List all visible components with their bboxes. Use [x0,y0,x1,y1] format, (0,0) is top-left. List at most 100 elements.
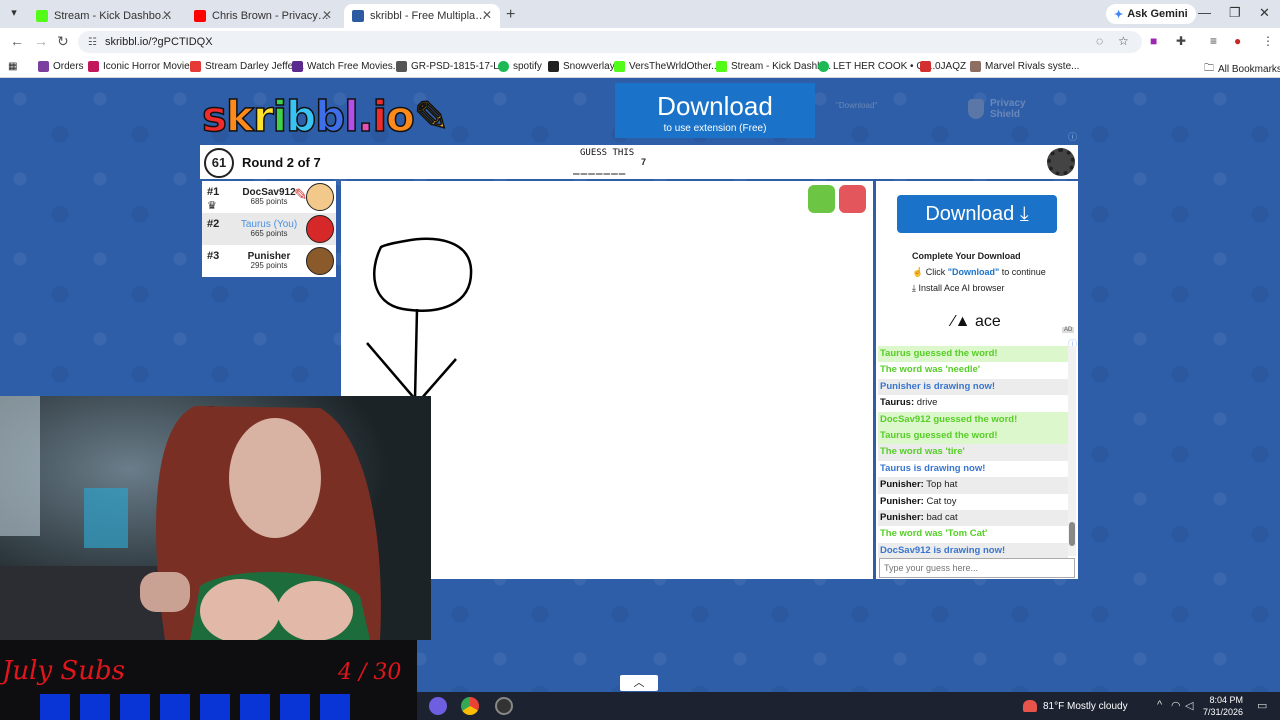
bookmark-item[interactable]: Snowverlay [548,61,615,72]
thumbs-up-icon[interactable] [808,185,835,213]
tab-search-icon[interactable]: ▾ [6,6,22,22]
close-tab-icon[interactable]: ✕ [482,8,492,22]
extension-badge-icon[interactable]: ■ [1150,34,1157,48]
maximize-icon[interactable]: ❐ [1229,5,1241,21]
new-tab-button[interactable]: + [506,6,515,24]
bookmark-favicon-icon [716,61,727,72]
bookmark-item[interactable]: LET HER COOK • GI... [818,61,935,72]
system-clock[interactable]: 8:04 PM 7/31/2026 [1203,694,1243,718]
obs-icon[interactable] [495,697,513,715]
chat-message: The word was 'tire' [878,444,1068,461]
all-bookmarks-button[interactable]: 🗀 All Bookmarks [1204,61,1280,78]
bookmark-item[interactable]: spotify [498,61,542,72]
tray-chevron-icon[interactable]: ^ [1157,699,1162,711]
bookmark-label: Snowverlay [563,61,615,72]
player-points: 295 points [250,261,288,270]
game-header: 61 Round 2 of 7 GUESS THIS _______ 7 [200,145,1078,179]
minimize-icon[interactable]: — [1198,5,1211,20]
back-icon[interactable]: ← [10,33,24,49]
chat-message: The word was 'Tom Cat' [878,526,1068,542]
ace-brand-label: ace [974,313,1001,330]
chat-message: DocSav912 is drawing now! [878,542,1068,558]
clock-time: 8:04 PM [1209,695,1244,705]
apps-grid-icon[interactable]: ▦ [8,61,17,72]
kick-favicon-icon [36,10,48,22]
crown-icon: ♛ [207,200,217,212]
player-row[interactable]: #2 Taurus (You) 665 points [202,213,336,245]
bookmark-item[interactable]: VersTheWrldOther... [614,61,719,72]
chat-message: The word was 'needle' [878,362,1068,378]
bookmark-label: 0JAQZ [935,61,967,72]
clock-date: 7/31/2026 [1203,707,1244,717]
top-download-ad-button[interactable]: Download to use extension (Free) [615,83,815,138]
player-rank: #1 [207,186,220,198]
shield-icon [968,99,984,119]
weather-widget[interactable]: 81°F Mostly cloudy [1023,700,1128,712]
tab-skribbl[interactable]: skribbl - Free Multiplayer Draw ✕ [344,4,500,28]
close-window-icon[interactable]: ✕ [1259,5,1270,21]
notifications-icon[interactable]: ▭ [1257,699,1267,712]
player-avatar [306,215,334,243]
volume-icon[interactable]: ◁ [1185,699,1193,712]
extensions-icon[interactable]: ✚ [1176,34,1186,48]
chat-text: drive [914,397,938,409]
bookmark-item[interactable]: Stream - Kick Dashb... [716,61,831,72]
progress-block [200,694,230,720]
bookmark-item[interactable]: Iconic Horror Movie... [88,61,198,72]
profile-avatar-icon[interactable]: ● [1234,34,1241,48]
settings-gear-icon[interactable] [1047,148,1075,176]
word-blanks: _______ [573,162,627,175]
chrome-icon[interactable] [461,697,479,715]
bookmark-favicon-icon [548,61,559,72]
ad-info-icon[interactable]: ⓘ [1068,130,1077,143]
player-row[interactable]: #3 Punisher 295 points [202,245,336,277]
menu-kebab-icon[interactable]: ⋮ [1262,34,1274,48]
bookmark-star-icon[interactable]: ☆ [1118,34,1129,48]
url-omnibox[interactable]: ☷ skribbl.io/?gPCTIDQX [78,31,1142,53]
bookmark-item[interactable]: Stream Darley Jeffer... [190,61,304,72]
close-tab-icon[interactable]: ✕ [322,8,332,22]
progress-block [240,694,270,720]
scrollbar-thumb[interactable] [1069,522,1075,546]
player-row[interactable]: #1 ♛ DocSav912 685 points ✎ [202,181,336,213]
close-tab-icon[interactable]: ✕ [162,8,172,22]
chat-scrollbar[interactable] [1068,346,1076,556]
subs-goal-widget: July Subs 4 / 30 [0,640,417,720]
bookmark-item[interactable]: Marvel Rivals syste... [970,61,1079,72]
chat-message: Punisher: Top hat [878,477,1068,494]
thumbs-down-icon[interactable] [839,185,866,213]
reload-icon[interactable]: ↻ [57,33,69,50]
bookmark-item[interactable]: 0JAQZ [920,61,966,72]
tab-kick-dashboard[interactable]: Stream - Kick Dashboard ✕ [28,4,180,28]
chevron-up-icon[interactable]: ︿ [620,675,658,691]
chat-text: bad cat [923,511,958,523]
site-info-icon[interactable]: ☷ [88,37,97,48]
weather-icon [1023,700,1037,712]
ad-download-link[interactable]: "Download" [836,100,877,111]
chat-text: The word was 'Tom Cat' [880,528,988,540]
bookmark-item[interactable]: Orders [38,61,84,72]
timer-clock: 61 [204,148,234,178]
tab-label: Chris Brown - Privacy (Offici [212,10,330,22]
privacy-shield-badge: Privacy Shield [968,98,1030,120]
side-download-ad-button[interactable]: Download ⤓ [897,195,1057,233]
ask-gemini-button[interactable]: ✦ Ask Gemini [1106,4,1196,24]
chat-log: Taurus guessed the word! The word was 'ne… [878,346,1068,558]
media-icon[interactable]: ≡ [1210,34,1217,48]
chat-text: The word was 'tire' [880,446,965,458]
eye-off-icon[interactable]: ◌ [1096,34,1103,48]
bookmark-label: Orders [53,61,84,72]
guess-input[interactable] [879,558,1075,578]
ad-step-1: ☝ Click "Download" to continue [912,267,1046,278]
player-points: 665 points [250,229,288,238]
app-icon[interactable] [429,697,447,715]
url-text: skribbl.io/?gPCTIDQX [104,36,213,48]
tab-label: Stream - Kick Dashboard [54,10,172,22]
bookmark-label: Watch Free Movies... [307,61,402,72]
wifi-icon[interactable]: ◠ [1171,699,1181,712]
tab-youtube[interactable]: Chris Brown - Privacy (Offici ✕ [186,4,340,28]
bookmark-item[interactable]: GR-PSD-1815-17-L... [396,61,507,72]
bookmark-item[interactable]: Watch Free Movies... [292,61,401,72]
forward-icon[interactable]: → [34,33,48,49]
progress-block [320,694,350,720]
